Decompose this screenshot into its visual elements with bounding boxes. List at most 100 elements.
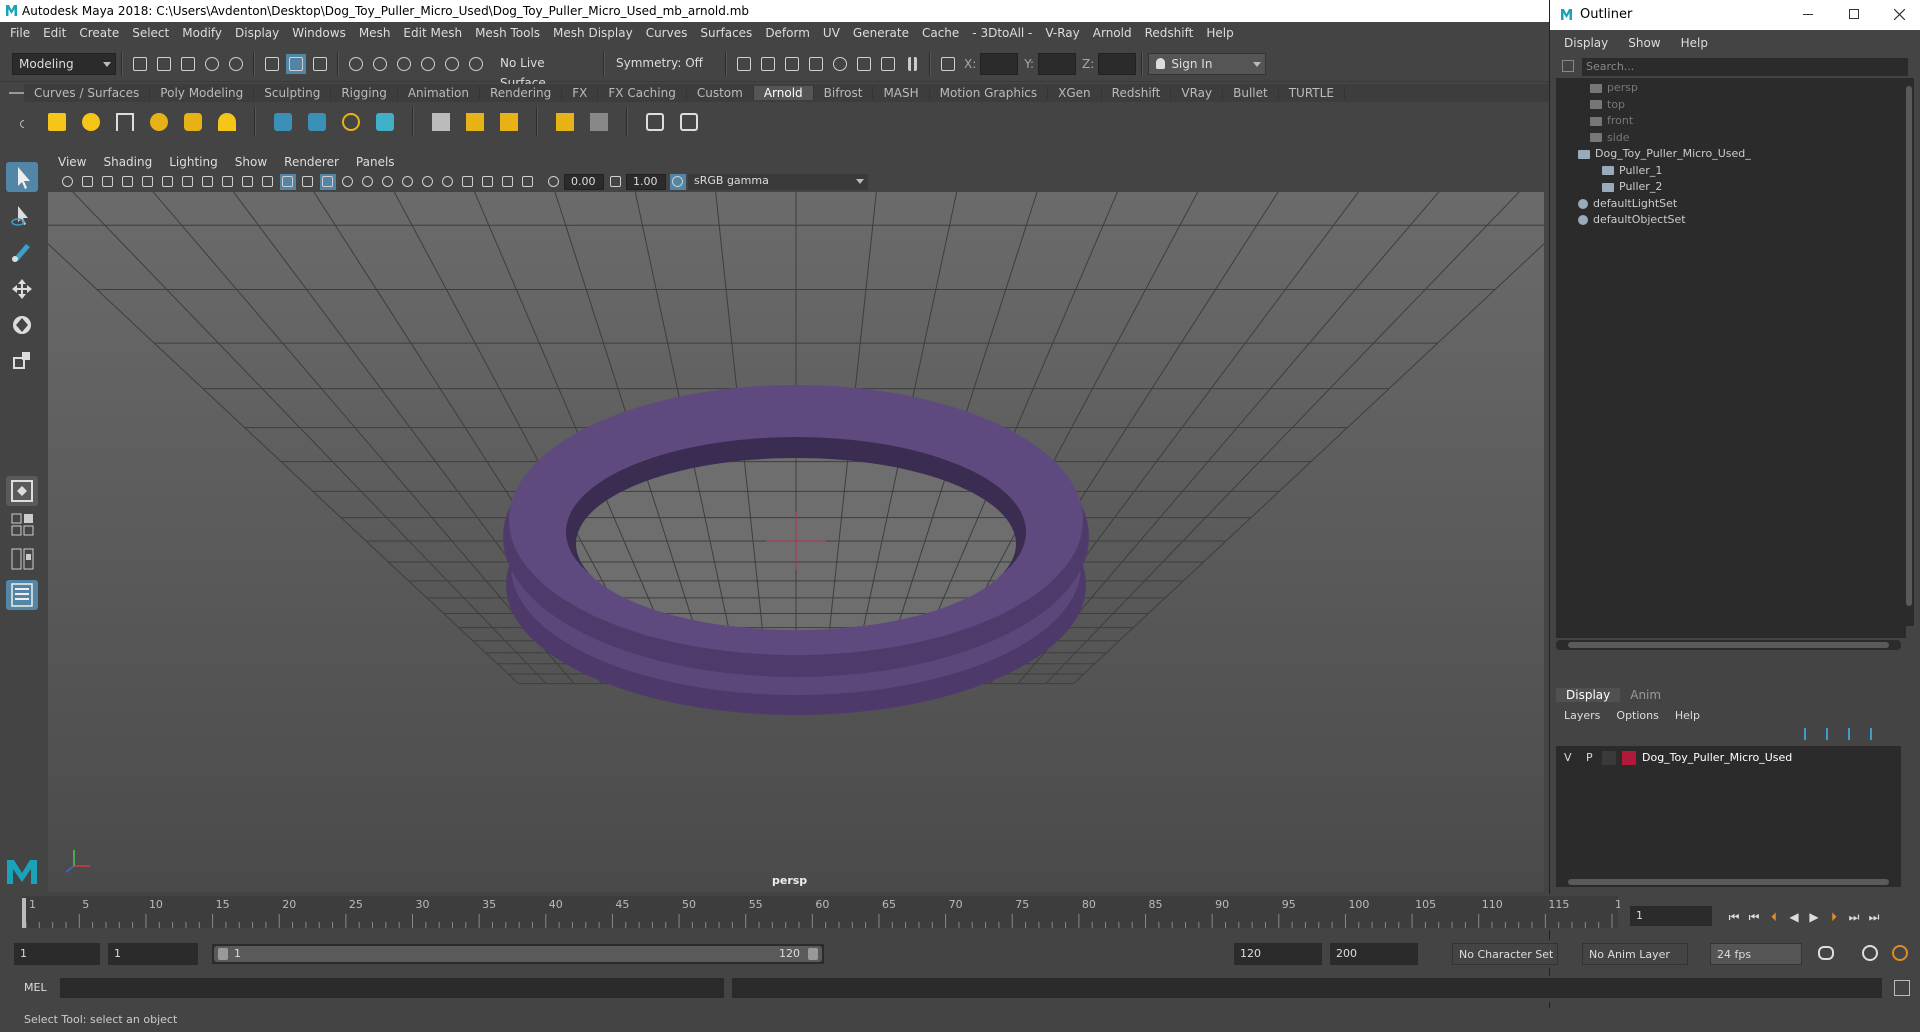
shelf-tab-fx-caching[interactable]: FX Caching: [598, 86, 687, 100]
outliner-horizontal-scrollbar[interactable]: [1556, 640, 1901, 650]
xray-components-icon[interactable]: [520, 174, 536, 190]
render-settings-icon[interactable]: [806, 54, 826, 74]
ambient-occlusion-icon[interactable]: [380, 174, 396, 190]
arnold-play-render-icon[interactable]: [675, 108, 703, 136]
arnold-eye-render-icon[interactable]: [641, 108, 669, 136]
shelf-tab-bullet[interactable]: Bullet: [1223, 86, 1279, 100]
shelf-tab-sculpting[interactable]: Sculpting: [254, 86, 332, 100]
textured-icon[interactable]: [320, 174, 336, 190]
outliner-item[interactable]: defaultObjectSet: [1578, 210, 1686, 230]
live-surface-field[interactable]: No Live Surface: [494, 52, 598, 90]
create-standin-icon[interactable]: [269, 108, 297, 136]
loop-icon[interactable]: [1818, 946, 1834, 960]
layers-menu[interactable]: Layers: [1564, 709, 1600, 722]
perspective-viewport[interactable]: persp: [48, 192, 1544, 892]
menu-edit-mesh[interactable]: Edit Mesh: [403, 26, 462, 40]
pause-icon[interactable]: [902, 54, 922, 74]
shelf-tab-animation[interactable]: Animation: [398, 86, 480, 100]
open-scene-icon[interactable]: [154, 54, 174, 74]
four-view-layout-button[interactable]: [6, 510, 38, 540]
shelf-tab-rendering[interactable]: Rendering: [480, 86, 563, 100]
tab-display[interactable]: Display: [1556, 688, 1621, 702]
tx-texture-icon[interactable]: [461, 108, 489, 136]
menu-create[interactable]: Create: [79, 26, 119, 40]
panel-menu-show[interactable]: Show: [235, 155, 267, 169]
current-time-indicator[interactable]: [22, 898, 26, 928]
resolution-gate-icon[interactable]: [180, 174, 196, 190]
arnold-render-view-icon[interactable]: [551, 108, 579, 136]
gate-mask-icon[interactable]: [200, 174, 216, 190]
render-setup-icon[interactable]: [854, 54, 874, 74]
maximize-icon[interactable]: [1849, 9, 1859, 19]
play-forwards-icon[interactable]: ▶: [1804, 910, 1824, 924]
depth-of-field-icon[interactable]: [440, 174, 456, 190]
shelf-tab-bifrost[interactable]: Bifrost: [814, 86, 874, 100]
outliner-search-input[interactable]: Search...: [1582, 58, 1908, 76]
area-light-icon[interactable]: [43, 108, 71, 136]
xray-icon[interactable]: [480, 174, 496, 190]
shelf-tab-turtle[interactable]: TURTLE: [1279, 86, 1345, 100]
mel-input[interactable]: [60, 978, 724, 998]
exposure-icon[interactable]: [546, 174, 562, 190]
layer-color-swatch[interactable]: [1622, 751, 1636, 765]
time-slider[interactable]: 1 5 10 15 20 25 30 35 40 45 50 55 60 65 70 75 80 85 90 95 10…: [0, 894, 1636, 930]
range-slider[interactable]: 1 120: [212, 944, 824, 964]
flush-cache-icon[interactable]: [495, 108, 523, 136]
menu-uv[interactable]: UV: [823, 26, 840, 40]
gamma-field[interactable]: 1.00: [626, 174, 666, 190]
snap-view-plane-icon[interactable]: [418, 54, 438, 74]
camera-attributes-icon[interactable]: [60, 174, 76, 190]
shadows-icon[interactable]: [360, 174, 376, 190]
menu-v-ray[interactable]: V-Ray: [1045, 26, 1079, 40]
color-management-icon[interactable]: [670, 174, 686, 190]
auto-key-icon[interactable]: [1862, 945, 1878, 961]
skydome-light-icon[interactable]: [145, 108, 173, 136]
shelf-tab-mash[interactable]: MASH: [873, 86, 930, 100]
menu-3dtoall[interactable]: - 3DtoAll -: [972, 26, 1032, 40]
shelf-tab-arnold[interactable]: Arnold: [753, 86, 814, 100]
menu-mesh-tools[interactable]: Mesh Tools: [475, 26, 540, 40]
panel-menu-panels[interactable]: Panels: [356, 155, 395, 169]
physical-sky-icon[interactable]: [213, 108, 241, 136]
render-view-icon[interactable]: [734, 54, 754, 74]
scale-tool-button[interactable]: [6, 346, 38, 376]
move-layer-down-icon[interactable]: [1826, 728, 1840, 740]
move-layer-up-icon[interactable]: [1804, 728, 1818, 740]
menu-surfaces[interactable]: Surfaces: [700, 26, 752, 40]
image-plane-icon[interactable]: [120, 174, 136, 190]
new-layer-icon[interactable]: [1848, 728, 1862, 740]
shelf-tab-motion-graphics[interactable]: Motion Graphics: [930, 86, 1049, 100]
isolate-select-icon[interactable]: [460, 174, 476, 190]
film-gate-icon[interactable]: [160, 174, 176, 190]
menu-help[interactable]: Help: [1206, 26, 1233, 40]
exposure-field[interactable]: 0.00: [564, 174, 604, 190]
anim-layer-dropdown[interactable]: No Anim Layer: [1582, 943, 1688, 965]
step-forward-key-icon[interactable]: ⏭: [1844, 910, 1864, 925]
use-all-lights-icon[interactable]: [340, 174, 356, 190]
layer-playback-toggle[interactable]: P: [1586, 748, 1593, 768]
create-volume-icon[interactable]: [371, 108, 399, 136]
snap-curve-icon[interactable]: [370, 54, 390, 74]
shelf-menu-icon[interactable]: [9, 92, 25, 94]
shelf-tab-xgen[interactable]: XGen: [1048, 86, 1102, 100]
select-tool-button[interactable]: [6, 162, 38, 192]
motion-blur-icon[interactable]: [400, 174, 416, 190]
shelf-tab-rigging[interactable]: Rigging: [331, 86, 398, 100]
fps-dropdown[interactable]: 24 fps: [1710, 943, 1802, 965]
outliner-layout-button[interactable]: [6, 580, 38, 610]
outliner-menu-show[interactable]: Show: [1628, 36, 1660, 50]
current-frame-field[interactable]: 1: [1630, 906, 1712, 926]
menu-cache[interactable]: Cache: [922, 26, 959, 40]
side-by-side-layout-button[interactable]: [6, 544, 38, 574]
select-component-icon[interactable]: [310, 54, 330, 74]
menu-generate[interactable]: Generate: [853, 26, 909, 40]
transform-mode-icon[interactable]: [938, 54, 958, 74]
snap-surface-icon[interactable]: [442, 54, 462, 74]
menu-arnold[interactable]: Arnold: [1093, 26, 1132, 40]
snap-live-icon[interactable]: [466, 54, 486, 74]
minimize-icon[interactable]: [1803, 14, 1813, 15]
step-back-key-icon[interactable]: ⏮: [1744, 910, 1764, 925]
script-editor-icon[interactable]: [1894, 980, 1910, 996]
x-field[interactable]: [980, 52, 1019, 75]
menu-file[interactable]: File: [10, 26, 30, 40]
